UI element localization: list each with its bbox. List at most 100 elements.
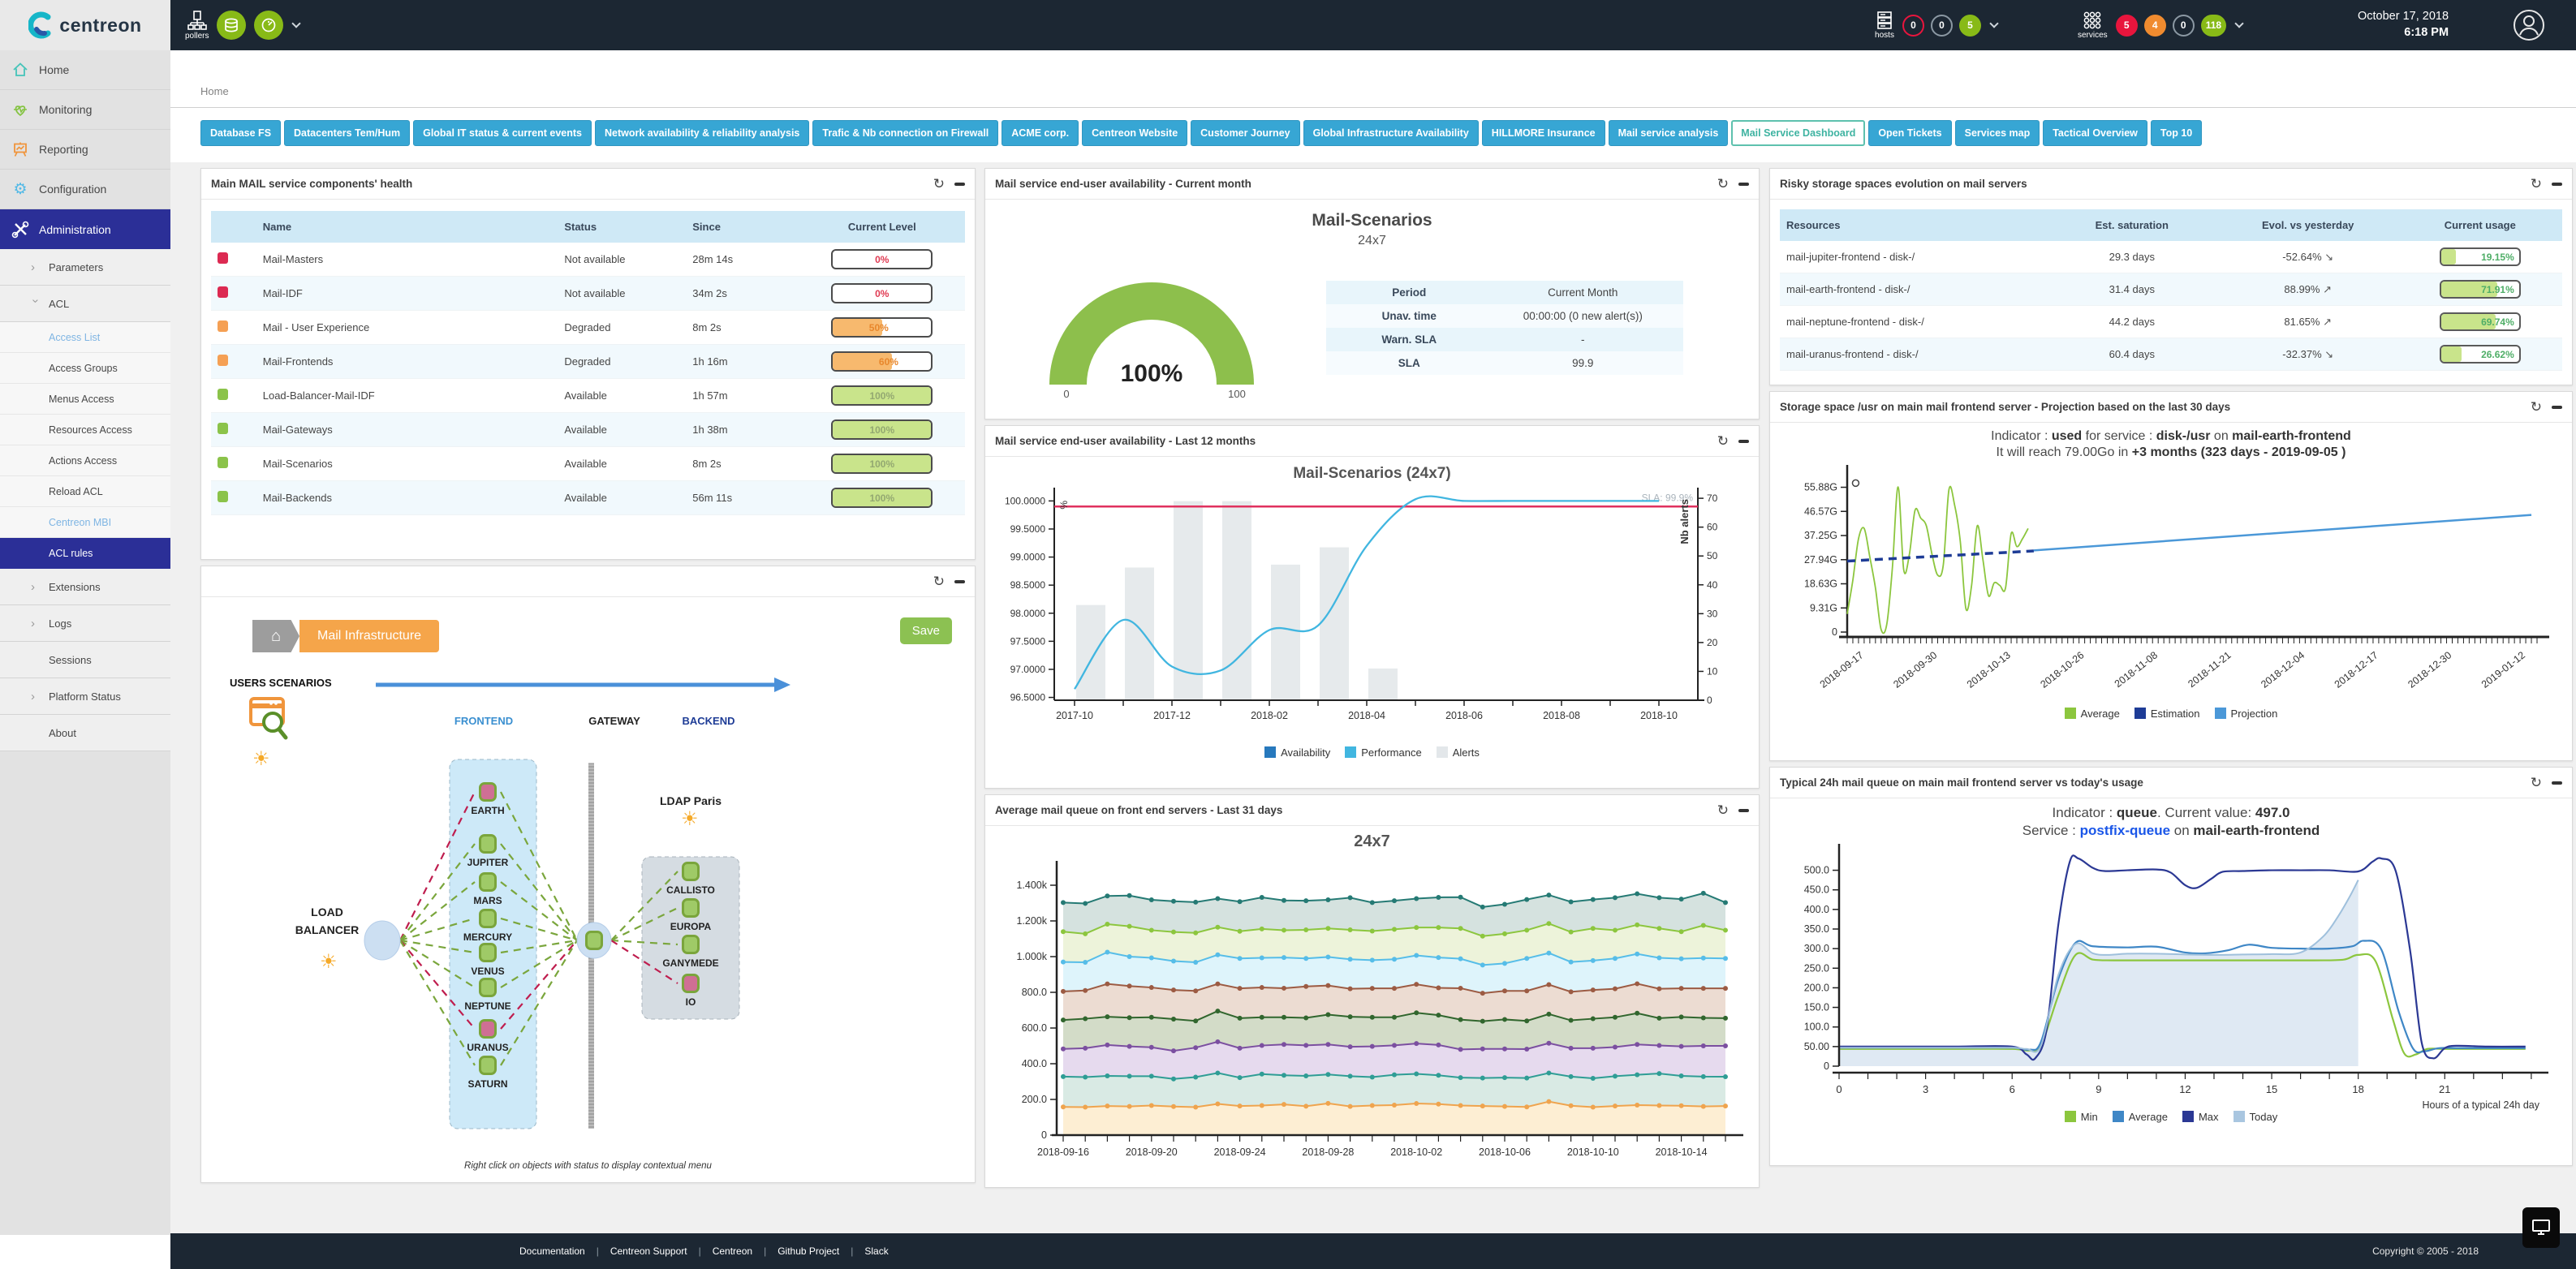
sidebar-item-acl-rules[interactable]: ACL rules — [0, 538, 170, 569]
hosts-badge[interactable]: 0 — [1931, 15, 1953, 37]
footer-link-centreon-support[interactable]: Centreon Support — [610, 1245, 687, 1257]
pollers-chevron-down-icon[interactable] — [292, 19, 301, 28]
services-chevron-down-icon[interactable] — [2234, 19, 2243, 28]
home-icon[interactable]: ⌂ — [252, 620, 299, 652]
tab-hillmore-insurance[interactable]: HILLMORE Insurance — [1482, 120, 1605, 146]
table-row[interactable]: Mail-FrontendsDegraded1h 16m60% — [211, 345, 965, 379]
sidebar-item-parameters[interactable]: ›Parameters — [0, 249, 170, 286]
collapse-icon[interactable] — [2552, 781, 2562, 785]
sidebar-item-about[interactable]: About — [0, 715, 170, 751]
collapse-icon[interactable] — [2552, 406, 2562, 409]
sun-status-icon[interactable]: ☀ — [681, 810, 699, 829]
sidebar-item-home[interactable]: Home — [0, 50, 170, 90]
tab-mail-service-analysis[interactable]: Mail service analysis — [1609, 120, 1729, 146]
node-gateway[interactable] — [585, 931, 603, 950]
collapse-icon[interactable] — [2552, 183, 2562, 186]
sidebar-item-administration[interactable]: Administration — [0, 209, 170, 249]
collapse-icon[interactable] — [1738, 183, 1749, 186]
table-row[interactable]: Load-Balancer-Mail-IDFAvailable1h 57m100… — [211, 379, 965, 413]
sidebar-item-logs[interactable]: ›Logs — [0, 605, 170, 642]
node-ganymede[interactable] — [682, 935, 700, 954]
node-mercury[interactable] — [479, 909, 497, 928]
tab-centreon-website[interactable]: Centreon Website — [1082, 120, 1187, 146]
node-venus[interactable] — [479, 943, 497, 962]
tab-trafic-nb-connection-on-firewall[interactable]: Trafic & Nb connection on Firewall — [812, 120, 998, 146]
table-row[interactable]: Mail-IDFNot available34m 2s0% — [211, 277, 965, 311]
services-badge[interactable]: 0 — [2173, 15, 2195, 37]
collapse-icon[interactable] — [1738, 440, 1749, 443]
diagram-breadcrumb[interactable]: ⌂Mail Infrastructure — [252, 620, 439, 652]
node-callisto[interactable] — [682, 862, 700, 881]
table-row[interactable]: mail-uranus-frontend - disk-/60.4 days-3… — [1780, 338, 2562, 371]
tab-top-10[interactable]: Top 10 — [2151, 120, 2202, 146]
tab-customer-journey[interactable]: Customer Journey — [1191, 120, 1299, 146]
tab-open-tickets[interactable]: Open Tickets — [1868, 120, 1951, 146]
refresh-icon[interactable]: ↻ — [2531, 776, 2542, 789]
hosts-badge[interactable]: 0 — [1902, 15, 1924, 37]
scenario-browser-icon[interactable] — [248, 696, 291, 743]
save-button[interactable]: Save — [900, 617, 952, 644]
refresh-icon[interactable]: ↻ — [1717, 177, 1729, 191]
table-row[interactable]: Mail-ScenariosAvailable8m 2s100% — [211, 447, 965, 481]
table-row[interactable]: Mail-GatewaysAvailable1h 38m100% — [211, 413, 965, 447]
latency-status-icon[interactable] — [254, 11, 283, 40]
node-mars[interactable] — [479, 872, 497, 892]
node-io[interactable] — [682, 974, 700, 993]
sidebar-item-access-list[interactable]: Access List — [0, 322, 170, 353]
table-row[interactable]: mail-jupiter-frontend - disk-/29.3 days-… — [1780, 241, 2562, 273]
tab-mail-service-dashboard[interactable]: Mail Service Dashboard — [1731, 120, 1865, 146]
node-neptune[interactable] — [479, 978, 497, 997]
services-badge[interactable]: 118 — [2201, 15, 2226, 37]
refresh-icon[interactable]: ↻ — [933, 177, 945, 191]
pollers-icon[interactable]: pollers — [185, 10, 209, 41]
table-row[interactable]: mail-neptune-frontend - disk-/44.2 days8… — [1780, 306, 2562, 338]
services-badge[interactable]: 4 — [2144, 15, 2166, 37]
refresh-icon[interactable]: ↻ — [933, 574, 945, 588]
node-saturn[interactable] — [479, 1056, 497, 1075]
table-row[interactable]: Mail - User ExperienceDegraded8m 2s50% — [211, 311, 965, 345]
tab-global-infrastructure-availability[interactable]: Global Infrastructure Availability — [1303, 120, 1479, 146]
services-badge[interactable]: 5 — [2116, 15, 2138, 37]
hosts-chevron-down-icon[interactable] — [1989, 19, 1998, 28]
sidebar-item-reporting[interactable]: Reporting — [0, 130, 170, 170]
refresh-icon[interactable]: ↻ — [2531, 400, 2542, 414]
tab-database-fs[interactable]: Database FS — [200, 120, 281, 146]
tab-tactical-overview[interactable]: Tactical Overview — [2043, 120, 2147, 146]
node-uranus[interactable] — [479, 1019, 497, 1039]
user-avatar-icon[interactable] — [2512, 8, 2546, 42]
collapse-icon[interactable] — [1738, 809, 1749, 812]
sun-status-icon[interactable]: ☀ — [320, 953, 338, 972]
sun-status-icon[interactable]: ☀ — [252, 750, 270, 769]
table-row[interactable]: Mail-BackendsAvailable56m 11s100% — [211, 481, 965, 515]
sidebar-item-monitoring[interactable]: Monitoring — [0, 90, 170, 130]
sidebar-item-actions-access[interactable]: Actions Access — [0, 445, 170, 476]
hosts-badge[interactable]: 5 — [1959, 15, 1981, 37]
refresh-icon[interactable]: ↻ — [2531, 177, 2542, 191]
sidebar-item-platform-status[interactable]: ›Platform Status — [0, 678, 170, 715]
tab-datacenters-tem-hum[interactable]: Datacenters Tem/Hum — [284, 120, 410, 146]
node-europa[interactable] — [682, 898, 700, 918]
sidebar-item-centreon-mbi[interactable]: Centreon MBI — [0, 507, 170, 538]
node-jupiter[interactable] — [479, 834, 497, 854]
footer-link-centreon[interactable]: Centreon — [713, 1245, 752, 1257]
refresh-icon[interactable]: ↻ — [1717, 803, 1729, 817]
sidebar-item-resources-access[interactable]: Resources Access — [0, 415, 170, 445]
node-earth[interactable] — [479, 782, 497, 802]
sidebar-item-menus-access[interactable]: Menus Access — [0, 384, 170, 415]
refresh-icon[interactable]: ↻ — [1717, 434, 1729, 448]
collapse-icon[interactable] — [954, 183, 965, 186]
sidebar-item-configuration[interactable]: ⚙Configuration — [0, 170, 170, 209]
collapse-icon[interactable] — [954, 580, 965, 583]
footer-link-slack[interactable]: Slack — [864, 1245, 888, 1257]
footer-link-documentation[interactable]: Documentation — [519, 1245, 585, 1257]
sidebar-item-access-groups[interactable]: Access Groups — [0, 353, 170, 384]
fullscreen-toggle-button[interactable] — [2522, 1207, 2560, 1248]
tab-acme-corp-[interactable]: ACME corp. — [1002, 120, 1079, 146]
tab-network-availability-reliability-analysis[interactable]: Network availability & reliability analy… — [595, 120, 809, 146]
sidebar-item-extensions[interactable]: ›Extensions — [0, 569, 170, 605]
sidebar-item-sessions[interactable]: Sessions — [0, 642, 170, 678]
hosts-icon[interactable]: hosts — [1875, 11, 1894, 40]
tab-services-map[interactable]: Services map — [1955, 120, 2040, 146]
centreon-logo[interactable]: centreon — [0, 0, 170, 50]
tab-global-it-status-current-events[interactable]: Global IT status & current events — [413, 120, 592, 146]
